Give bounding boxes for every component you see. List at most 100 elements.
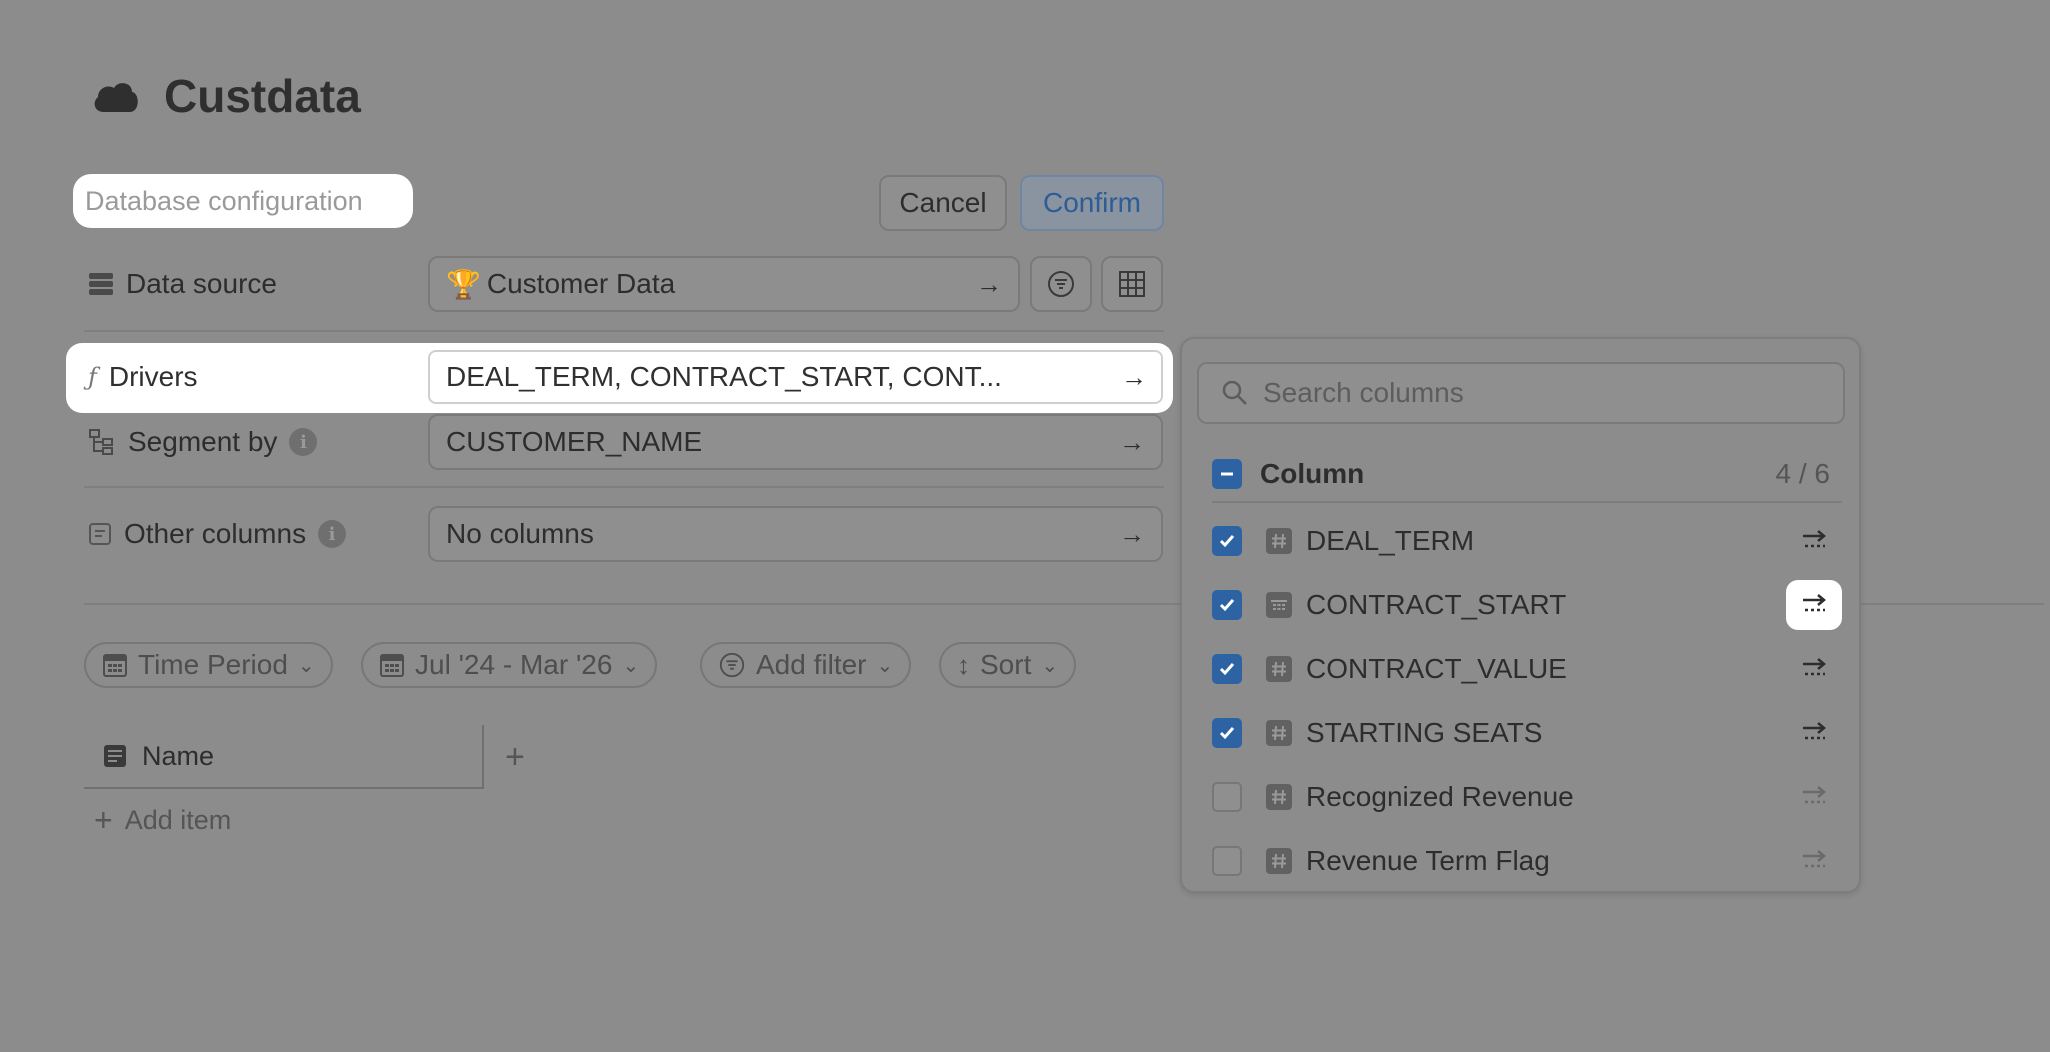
calendar-icon bbox=[103, 654, 127, 677]
page-title: Custdata bbox=[90, 62, 361, 130]
trophy-icon: 🏆 bbox=[446, 268, 481, 300]
search-placeholder: Search columns bbox=[1263, 377, 1464, 408]
column-option[interactable]: DEAL_TERM bbox=[1212, 513, 1842, 569]
segment-by-label: Segment by i bbox=[88, 420, 318, 464]
swap-arrows-icon[interactable] bbox=[1786, 516, 1842, 566]
add-item-text: Add item bbox=[124, 805, 232, 835]
drivers-label: ƒ Drivers bbox=[88, 352, 198, 402]
drivers-value: DEAL_TERM, CONTRACT_START, CONT... bbox=[446, 361, 1002, 392]
document-icon bbox=[104, 745, 126, 767]
arrow-right-icon: → bbox=[1121, 361, 1147, 392]
sort-text: Sort bbox=[980, 649, 1032, 680]
swap-arrows-icon[interactable] bbox=[1786, 836, 1842, 886]
column-checkbox[interactable] bbox=[1212, 846, 1242, 876]
arrow-right-icon: → bbox=[976, 268, 1002, 299]
swap-arrows-icon[interactable] bbox=[1786, 772, 1842, 822]
sort-arrows-icon: ↕ bbox=[957, 649, 970, 680]
time-period-chip[interactable]: Time Period ⌄ bbox=[84, 642, 333, 688]
swap-arrows-icon[interactable] bbox=[1786, 644, 1842, 694]
data-source-label-text: Data source bbox=[126, 268, 277, 299]
add-filter-chip[interactable]: Add filter ⌄ bbox=[700, 642, 912, 688]
name-column-header[interactable]: Name bbox=[84, 725, 484, 789]
hierarchy-icon bbox=[89, 429, 113, 455]
hash-icon bbox=[1266, 720, 1292, 746]
search-icon bbox=[1222, 380, 1247, 405]
plus-icon: + bbox=[94, 802, 113, 838]
chevron-down-icon: ⌄ bbox=[622, 654, 640, 677]
name-header-text: Name bbox=[142, 740, 215, 771]
cancel-button[interactable]: Cancel bbox=[879, 175, 1007, 231]
add-item-button[interactable]: + Add item bbox=[94, 802, 231, 839]
column-header-label: Column bbox=[1260, 458, 1365, 489]
data-source-select[interactable]: 🏆 Customer Data → bbox=[428, 256, 1020, 312]
chevron-down-icon: ⌄ bbox=[1041, 654, 1059, 677]
column-name: Recognized Revenue bbox=[1306, 781, 1574, 812]
segment-by-label-text: Segment by bbox=[128, 426, 278, 457]
column-option[interactable]: CONTRACT_VALUE bbox=[1212, 641, 1842, 697]
note-icon bbox=[89, 523, 111, 545]
column-checkbox[interactable] bbox=[1212, 590, 1242, 620]
hash-icon bbox=[1266, 656, 1292, 682]
filter-circle-icon bbox=[719, 652, 745, 678]
calendar-icon bbox=[380, 654, 404, 677]
search-columns-input[interactable]: Search columns bbox=[1197, 362, 1845, 424]
add-column-button[interactable]: + bbox=[505, 738, 525, 777]
calendar-icon bbox=[1266, 592, 1292, 618]
info-icon[interactable]: i bbox=[318, 520, 347, 548]
column-option[interactable]: Recognized Revenue bbox=[1212, 769, 1842, 825]
column-checkbox[interactable] bbox=[1212, 782, 1242, 812]
segment-by-select[interactable]: CUSTOMER_NAME → bbox=[428, 414, 1163, 470]
column-option[interactable]: Revenue Term Flag bbox=[1212, 833, 1842, 889]
column-option[interactable]: CONTRACT_START bbox=[1212, 577, 1842, 633]
table-view-button[interactable] bbox=[1101, 256, 1163, 312]
hash-icon bbox=[1266, 784, 1292, 810]
other-columns-value: No columns bbox=[446, 518, 594, 549]
column-name: DEAL_TERM bbox=[1306, 525, 1475, 556]
divider bbox=[84, 330, 1164, 332]
column-name: STARTING SEATS bbox=[1306, 717, 1543, 748]
column-option[interactable]: STARTING SEATS bbox=[1212, 705, 1842, 761]
date-range-chip[interactable]: Jul '24 - Mar '26 ⌄ bbox=[361, 642, 658, 688]
drivers-select[interactable]: DEAL_TERM, CONTRACT_START, CONT... → bbox=[428, 350, 1163, 404]
page-title-text: Custdata bbox=[164, 70, 361, 122]
cloud-icon bbox=[90, 74, 142, 118]
column-name: Revenue Term Flag bbox=[1306, 845, 1550, 876]
column-checkbox[interactable] bbox=[1212, 526, 1242, 556]
data-source-value: Customer Data bbox=[486, 268, 676, 299]
chevron-down-icon: ⌄ bbox=[876, 654, 894, 677]
other-columns-select[interactable]: No columns → bbox=[428, 506, 1163, 562]
database-icon bbox=[89, 273, 113, 295]
column-name: CONTRACT_START bbox=[1306, 589, 1567, 620]
swap-arrows-icon[interactable] bbox=[1786, 580, 1842, 630]
filter-circle-icon bbox=[1048, 271, 1074, 297]
other-columns-label-text: Other columns bbox=[124, 518, 307, 549]
swap-arrows-icon[interactable] bbox=[1786, 708, 1842, 758]
segment-by-value: CUSTOMER_NAME bbox=[446, 426, 703, 457]
time-period-text: Time Period bbox=[138, 649, 288, 680]
sort-chip[interactable]: ↕ Sort ⌄ bbox=[939, 642, 1077, 688]
hash-icon bbox=[1266, 528, 1292, 554]
grid-icon bbox=[1119, 271, 1145, 297]
column-checkbox[interactable] bbox=[1212, 718, 1242, 748]
selected-count: 4 / 6 bbox=[1775, 458, 1830, 489]
columns-dropdown: Search columns Column 4 / 6 DEAL_TERM CON… bbox=[1180, 337, 1861, 893]
filter-source-button[interactable] bbox=[1030, 256, 1092, 312]
database-configuration-label: Database configuration bbox=[73, 174, 413, 228]
column-name: CONTRACT_VALUE bbox=[1306, 653, 1567, 684]
info-icon[interactable]: i bbox=[289, 428, 318, 456]
drivers-label-text: Drivers bbox=[108, 361, 198, 392]
other-columns-label: Other columns i bbox=[88, 512, 347, 556]
add-filter-text: Add filter bbox=[756, 649, 867, 680]
data-source-label: Data source bbox=[88, 262, 277, 306]
select-all-checkbox[interactable] bbox=[1212, 459, 1242, 489]
chevron-down-icon: ⌄ bbox=[297, 654, 315, 677]
date-range-text: Jul '24 - Mar '26 bbox=[415, 649, 613, 680]
arrow-right-icon: → bbox=[1119, 426, 1145, 457]
arrow-right-icon: → bbox=[1119, 518, 1145, 549]
divider bbox=[84, 486, 1164, 488]
confirm-button[interactable]: Confirm bbox=[1020, 175, 1164, 231]
column-checkbox[interactable] bbox=[1212, 654, 1242, 684]
hash-icon bbox=[1266, 848, 1292, 874]
column-header-row: Column 4 / 6 bbox=[1212, 447, 1842, 503]
function-icon: ƒ bbox=[88, 363, 97, 391]
